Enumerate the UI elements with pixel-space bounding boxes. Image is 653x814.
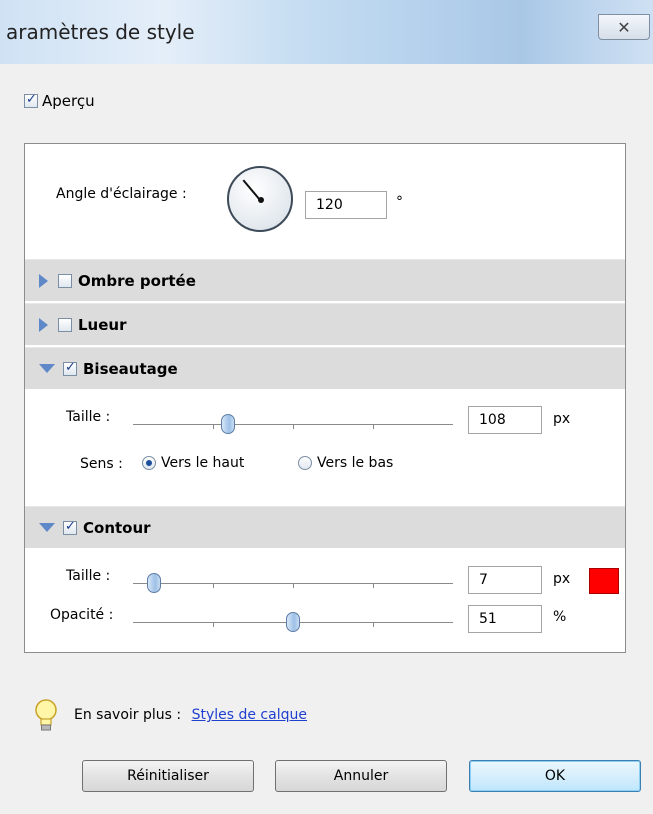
angle-dial-center bbox=[258, 197, 264, 203]
slider-thumb[interactable] bbox=[221, 414, 235, 434]
contour-opacite-unit: % bbox=[553, 609, 567, 625]
angle-unit: ° bbox=[396, 194, 403, 210]
ombre-portee-checkbox[interactable] bbox=[58, 273, 72, 288]
expand-arrow-icon[interactable] bbox=[39, 273, 48, 288]
apercu-checkbox-row[interactable]: Aperçu bbox=[24, 92, 95, 110]
cancel-button[interactable]: Annuler bbox=[275, 760, 447, 792]
help-row: En savoir plus : Styles de calque bbox=[74, 707, 307, 723]
sens-bas-radio[interactable] bbox=[298, 456, 312, 470]
contour-taille-unit: px bbox=[553, 571, 571, 587]
angle-input[interactable]: 120 bbox=[305, 191, 387, 219]
slider-thumb[interactable] bbox=[286, 612, 300, 632]
ombre-portee-label: Ombre portée bbox=[78, 271, 196, 290]
sens-bas-radio-row[interactable]: Vers le bas bbox=[298, 455, 393, 471]
sens-haut-radio-row[interactable]: Vers le haut bbox=[142, 455, 244, 471]
sens-label: Sens : bbox=[80, 456, 123, 472]
expand-arrow-icon[interactable] bbox=[39, 317, 48, 332]
biseautage-taille-unit: px bbox=[553, 411, 571, 427]
help-label: En savoir plus : bbox=[74, 707, 182, 723]
apercu-checkbox[interactable] bbox=[24, 92, 38, 108]
close-button[interactable]: ✕ bbox=[598, 14, 650, 40]
sens-haut-label: Vers le haut bbox=[161, 455, 245, 471]
sens-haut-radio[interactable] bbox=[142, 456, 156, 470]
biseautage-checkbox[interactable] bbox=[63, 360, 77, 376]
styles-de-calque-link[interactable]: Styles de calque bbox=[192, 707, 307, 723]
section-lueur[interactable]: Lueur bbox=[25, 303, 625, 345]
biseautage-taille-input[interactable]: 108 bbox=[468, 406, 542, 434]
sens-bas-label: Vers le bas bbox=[317, 455, 394, 471]
apercu-label: Aperçu bbox=[42, 92, 95, 110]
slider-thumb[interactable] bbox=[147, 573, 161, 593]
angle-label: Angle d'éclairage : bbox=[56, 186, 187, 202]
window-title: aramètres de style bbox=[6, 20, 195, 44]
contour-taille-input[interactable]: 7 bbox=[468, 566, 542, 594]
collapse-arrow-icon[interactable] bbox=[39, 364, 55, 373]
contour-color-swatch[interactable] bbox=[589, 568, 619, 594]
lueur-label: Lueur bbox=[78, 315, 127, 334]
collapse-arrow-icon[interactable] bbox=[39, 523, 55, 532]
title-bar: aramètres de style ✕ bbox=[0, 0, 653, 64]
contour-checkbox[interactable] bbox=[63, 519, 77, 535]
contour-taille-label: Taille : bbox=[66, 568, 111, 584]
section-contour[interactable]: Contour bbox=[25, 506, 625, 548]
lightbulb-icon bbox=[35, 699, 57, 731]
biseautage-label: Biseautage bbox=[83, 359, 178, 378]
contour-opacite-label: Opacité : bbox=[50, 607, 114, 623]
ok-button[interactable]: OK bbox=[469, 760, 641, 792]
contour-label: Contour bbox=[83, 518, 151, 537]
reset-button[interactable]: Réinitialiser bbox=[82, 760, 254, 792]
section-ombre-portee[interactable]: Ombre portée bbox=[25, 259, 625, 301]
angle-dial[interactable] bbox=[227, 166, 293, 232]
lueur-checkbox[interactable] bbox=[58, 317, 72, 332]
biseautage-taille-label: Taille : bbox=[66, 409, 111, 425]
contour-opacite-input[interactable]: 51 bbox=[468, 605, 542, 633]
section-biseautage[interactable]: Biseautage bbox=[25, 347, 625, 389]
close-icon: ✕ bbox=[617, 17, 631, 37]
